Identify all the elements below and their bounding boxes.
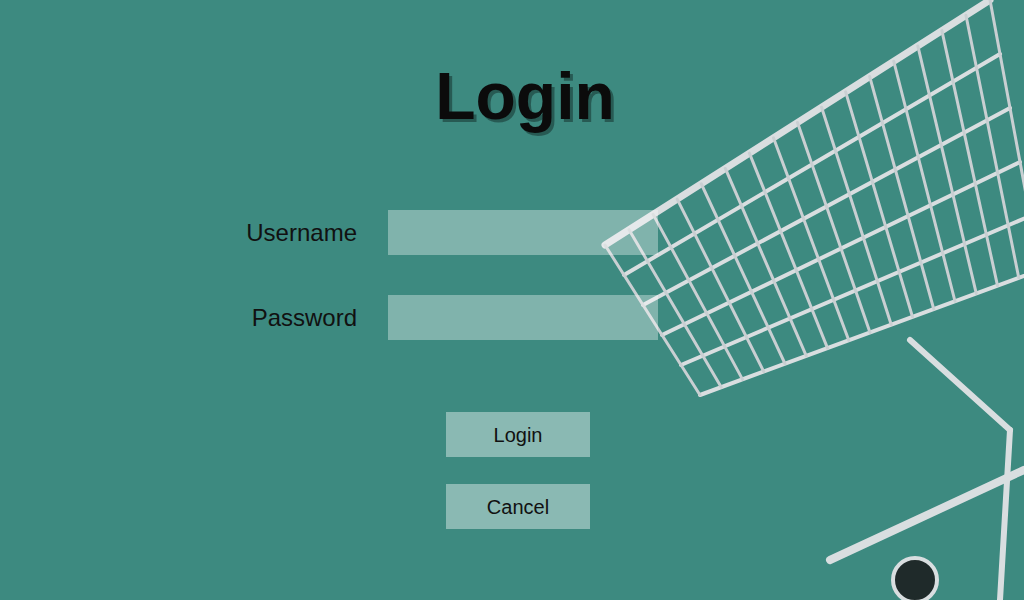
cancel-button[interactable]: Cancel: [446, 484, 590, 529]
field-label: Username: [197, 215, 357, 251]
field-grid: Username Password: [197, 210, 658, 340]
field-input[interactable]: [388, 210, 658, 255]
page-title: Login: [409, 56, 615, 136]
login-screen: Login Username Password Login Cancel: [0, 0, 1024, 600]
field-input[interactable]: [388, 295, 658, 340]
field-label: Password: [197, 300, 357, 336]
login-form: Login Username Password Login Cancel: [0, 0, 1024, 529]
login-button[interactable]: Login: [446, 412, 590, 457]
button-group: Login Cancel: [434, 412, 590, 529]
